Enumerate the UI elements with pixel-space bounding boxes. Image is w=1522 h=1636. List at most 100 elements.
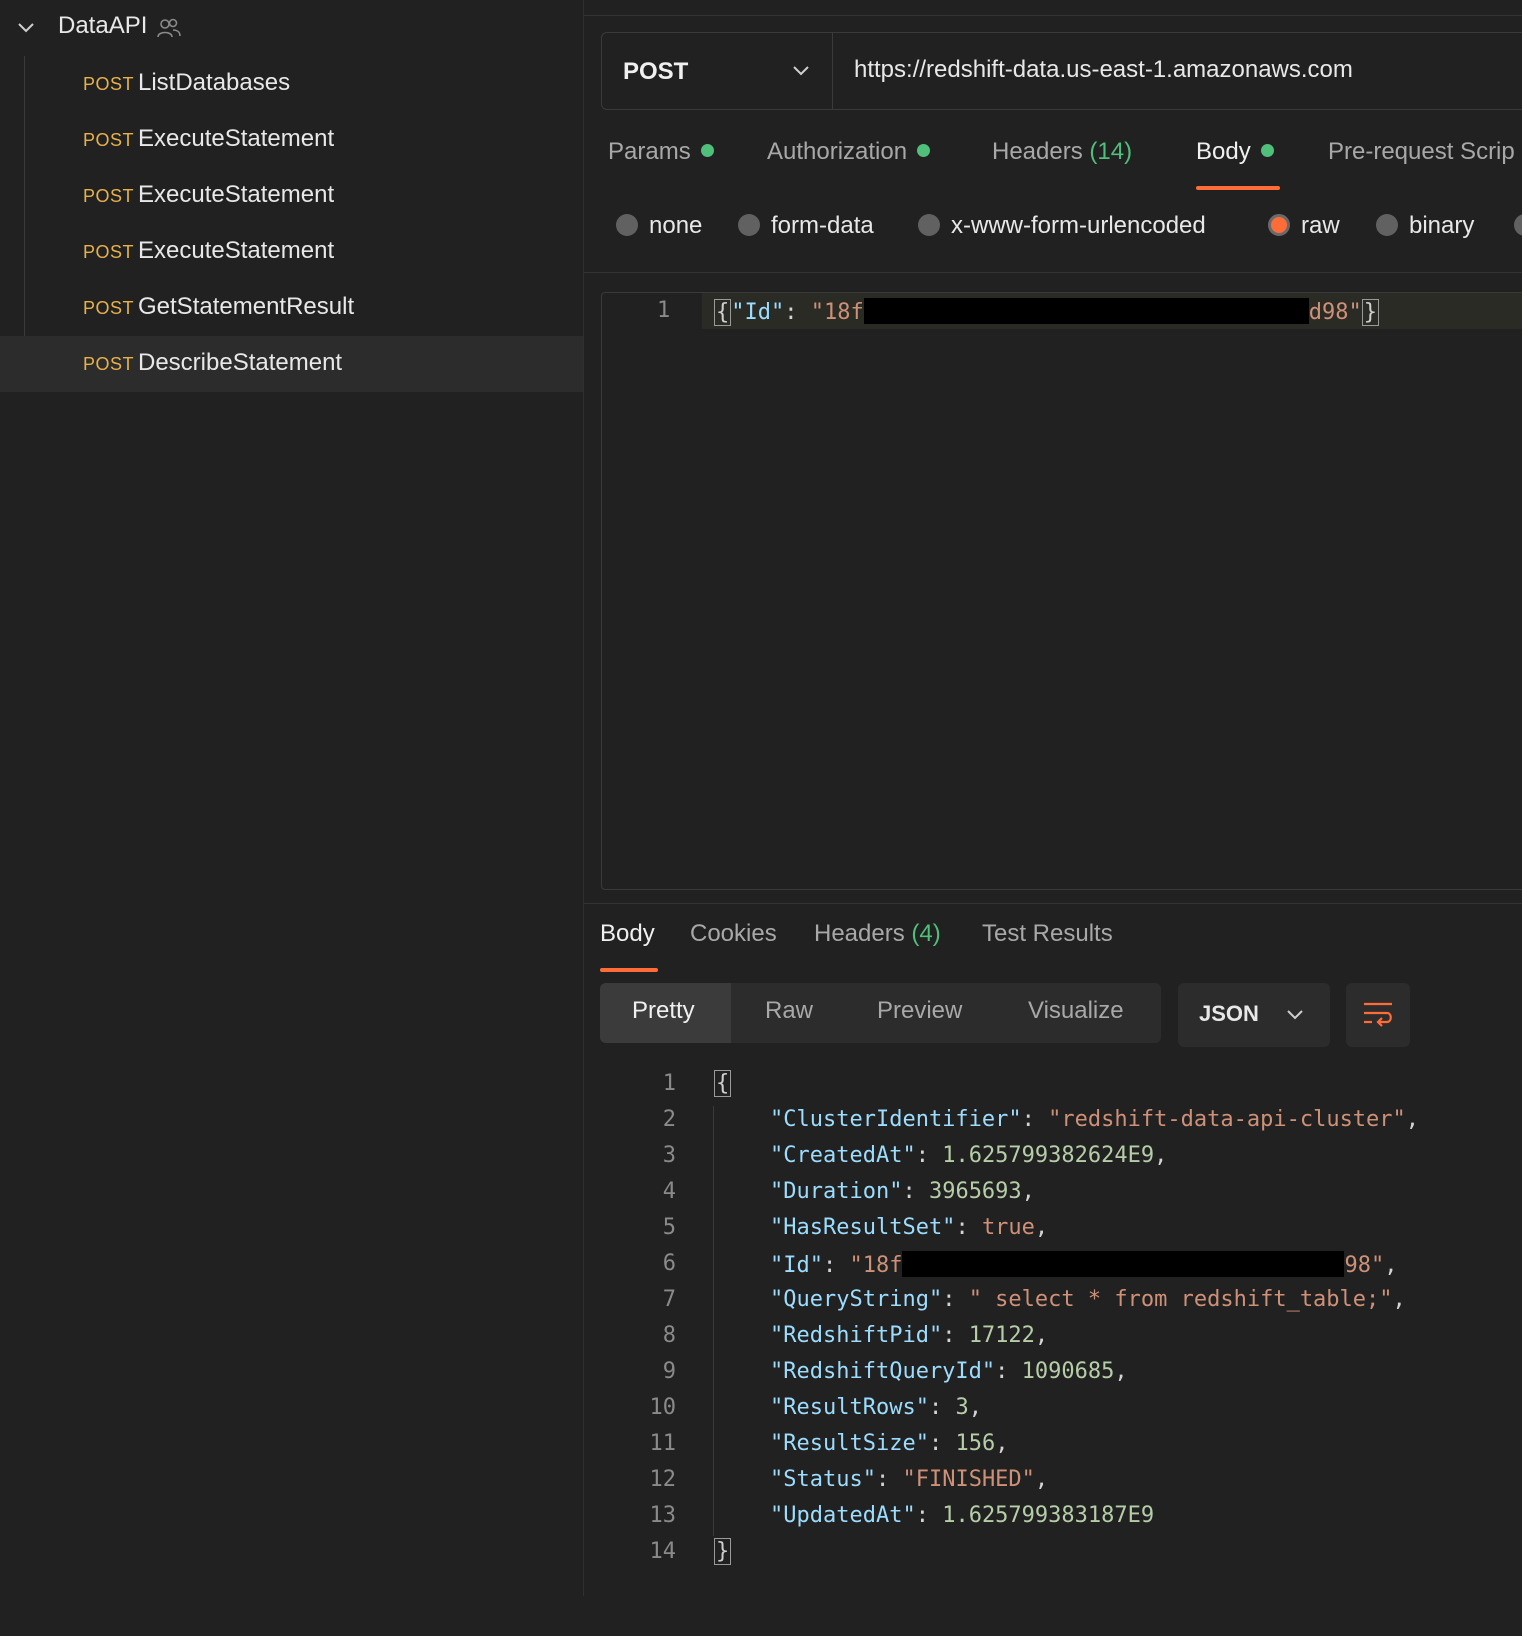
- chevron-down-icon: [793, 66, 809, 76]
- json-key: "RedshiftPid": [770, 1323, 943, 1348]
- json-comma: ,: [1034, 1323, 1049, 1348]
- brace: }: [1361, 299, 1379, 326]
- view-preview-button[interactable]: Preview: [877, 997, 962, 1025]
- line-number: 10: [649, 1395, 677, 1420]
- request-item[interactable]: POST GetStatementResult: [0, 280, 583, 336]
- status-dot: [1260, 144, 1274, 157]
- radio-circle[interactable]: [1376, 214, 1398, 236]
- json-key: "Id": [770, 1253, 823, 1278]
- status-dot: [700, 144, 714, 157]
- collection-header[interactable]: DataAPI: [0, 0, 583, 56]
- json-string: "18f: [810, 300, 864, 325]
- json-string: "FINISHED": [902, 1467, 1035, 1492]
- json-comma: ,: [968, 1395, 982, 1420]
- tab-authorization[interactable]: Authorization: [767, 138, 931, 194]
- request-item[interactable]: POST ExecuteStatement: [0, 224, 583, 280]
- request-name: DescribeStatement: [138, 349, 343, 376]
- view-mode-segmented: Pretty Raw Preview Visualize: [600, 983, 1161, 1043]
- json-key: "Status": [770, 1467, 876, 1492]
- json-number: 3: [955, 1395, 969, 1420]
- line-number: 1: [657, 298, 671, 323]
- radio-raw[interactable]: raw: [1268, 212, 1340, 240]
- brace: {: [714, 299, 732, 326]
- json-colon: :: [875, 1467, 903, 1492]
- tab-label: Test Results: [982, 920, 1113, 947]
- code-line: 2 "ClusterIdentifier": "redshift-data-ap…: [584, 1104, 1522, 1140]
- json-colon: :: [902, 1179, 929, 1204]
- json-string: 98": [1344, 1253, 1385, 1278]
- json-colon: :: [942, 1287, 969, 1312]
- method-badge: POST: [83, 298, 135, 318]
- tab-response-headers[interactable]: Headers (4): [814, 920, 941, 976]
- format-select[interactable]: JSON: [1178, 983, 1330, 1047]
- view-visualize-button[interactable]: Visualize: [1028, 997, 1124, 1025]
- json-colon: :: [915, 1503, 943, 1528]
- radio-urlencoded[interactable]: x-www-form-urlencoded: [918, 212, 1206, 240]
- request-body-editor[interactable]: 1 {"Id": "18f d98"}: [601, 292, 1522, 890]
- tab-prerequest-script[interactable]: Pre-request Scrip: [1328, 138, 1515, 194]
- radio-circle[interactable]: [1514, 214, 1522, 236]
- url-input[interactable]: https://redshift-data.us-east-1.amazonaw…: [854, 56, 1353, 84]
- json-key: "ResultSize": [770, 1431, 929, 1456]
- response-body-viewer[interactable]: 1 { 2 "ClusterIdentifier": "redshift-dat…: [584, 1068, 1522, 1568]
- brace: {: [714, 1070, 732, 1097]
- radio-circle[interactable]: [918, 214, 940, 236]
- radio-circle-selected[interactable]: [1268, 214, 1290, 236]
- json-key: "ResultRows": [770, 1395, 929, 1420]
- radio-graphql[interactable]: [1514, 212, 1522, 240]
- brace: }: [714, 1538, 732, 1565]
- tab-params[interactable]: Params: [608, 138, 714, 194]
- radio-label: none: [649, 212, 703, 239]
- request-name: ExecuteStatement: [138, 237, 335, 264]
- method-badge: POST: [83, 186, 135, 206]
- tab-body[interactable]: Body: [1196, 138, 1280, 194]
- radio-label: x-www-form-urlencoded: [951, 212, 1206, 239]
- radio-circle[interactable]: [738, 214, 760, 236]
- chevron-down-icon[interactable]: [16, 18, 36, 38]
- json-number: 156: [955, 1431, 996, 1456]
- response-tabs: Body Cookies Headers (4) Test Results: [584, 920, 1522, 972]
- tab-response-body[interactable]: Body: [600, 920, 658, 976]
- tab-label: Params: [608, 138, 691, 165]
- view-raw-button[interactable]: Raw: [765, 997, 813, 1025]
- json-colon: :: [928, 1395, 956, 1420]
- json-comma: ,: [1405, 1107, 1420, 1132]
- line-number: 7: [662, 1287, 676, 1312]
- url-bar: POST https://redshift-data.us-east-1.ama…: [601, 32, 1522, 110]
- json-key: "QueryString": [770, 1287, 943, 1312]
- method-badge: POST: [83, 130, 135, 150]
- method-badge: POST: [83, 242, 135, 262]
- json-key: "CreatedAt": [770, 1143, 916, 1168]
- method-select[interactable]: POST: [602, 33, 833, 109]
- request-panel: POST https://redshift-data.us-east-1.ama…: [584, 0, 1522, 1596]
- tab-test-results[interactable]: Test Results: [982, 920, 1113, 976]
- code-line[interactable]: {"Id": "18f d98"}: [714, 298, 1379, 326]
- wrap-lines-button[interactable]: [1346, 983, 1410, 1047]
- request-item[interactable]: POST ListDatabases: [0, 56, 583, 112]
- json-comma: ,: [1034, 1467, 1049, 1492]
- tab-label: Body: [600, 920, 655, 947]
- format-label: JSON: [1199, 1001, 1259, 1026]
- radio-none[interactable]: none: [616, 212, 702, 240]
- request-item[interactable]: POST ExecuteStatement: [0, 112, 583, 168]
- request-item[interactable]: POST ExecuteStatement: [0, 168, 583, 224]
- tab-headers[interactable]: Headers (14): [992, 138, 1132, 194]
- line-number: 2: [662, 1107, 676, 1132]
- json-comma: ,: [1384, 1253, 1398, 1278]
- json-string: d98": [1308, 300, 1362, 325]
- radio-circle[interactable]: [616, 214, 638, 236]
- line-number: 6: [662, 1251, 676, 1276]
- method-badge: POST: [83, 354, 135, 374]
- tab-cookies[interactable]: Cookies: [690, 920, 777, 976]
- line-number: 11: [649, 1431, 677, 1456]
- wrap-lines-icon: [1364, 1002, 1392, 1027]
- radio-binary[interactable]: binary: [1376, 212, 1474, 240]
- view-pretty-button[interactable]: Pretty: [632, 997, 695, 1025]
- code-line: 12 "Status": "FINISHED",: [584, 1464, 1522, 1500]
- line-number: 13: [649, 1503, 677, 1528]
- json-comma: ,: [1021, 1179, 1035, 1204]
- radio-form-data[interactable]: form-data: [738, 212, 874, 240]
- tab-label: Cookies: [690, 920, 777, 947]
- request-item-selected[interactable]: POST DescribeStatement: [0, 336, 583, 392]
- json-colon: :: [995, 1359, 1022, 1384]
